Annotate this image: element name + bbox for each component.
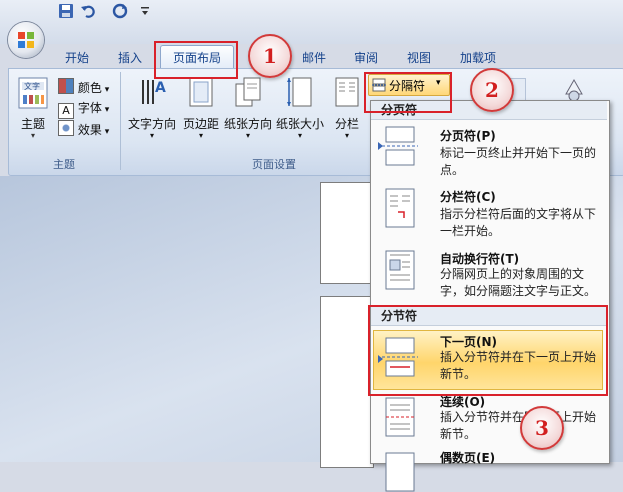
theme-colors-arrow-icon: ▾ <box>101 85 110 95</box>
undo-icon[interactable] <box>80 3 96 19</box>
office-button[interactable] <box>8 22 44 58</box>
themes-label: 主题 <box>20 117 45 131</box>
themes-button[interactable]: 文字 主题 ▾ <box>12 76 54 140</box>
text-direction-arrow-icon: ▾ <box>149 131 154 140</box>
annotation-box-breaks-button <box>364 72 452 113</box>
tab-home[interactable]: 开始 <box>65 49 89 65</box>
even-page-break-icon <box>385 452 415 492</box>
document-page[interactable] <box>320 182 374 284</box>
themes-dropdown-arrow-icon: ▾ <box>30 131 35 140</box>
text-direction-icon: A <box>142 80 166 104</box>
theme-fonts-arrow-icon: ▾ <box>101 105 110 115</box>
theme-fonts-label: 字体 <box>77 101 102 115</box>
themes-icon: 文字 <box>18 77 48 109</box>
callout-1: 1 <box>248 34 292 78</box>
margins-icon <box>189 77 213 107</box>
redo-icon[interactable] <box>112 3 128 19</box>
column-break-title: 分栏符(C) <box>440 190 496 204</box>
tab-review[interactable]: 审阅 <box>354 49 378 65</box>
callout-2: 2 <box>470 68 514 112</box>
text-direction-label: 文字方向 <box>127 117 176 131</box>
theme-colors-icon <box>58 78 74 94</box>
theme-colors-button[interactable]: 颜色 ▾ <box>58 78 109 96</box>
office-logo-icon <box>18 32 34 48</box>
group-separator <box>120 72 121 170</box>
column-break-desc: 指示分栏符后面的文字将从下一栏开始。 <box>440 207 597 238</box>
text-wrapping-break-icon <box>385 250 415 290</box>
themes-group-label: 主题 <box>53 158 75 171</box>
theme-effects-icon <box>58 120 74 136</box>
theme-effects-label: 效果 <box>77 123 102 137</box>
text-wrapping-break-title: 自动换行符(T) <box>440 252 520 266</box>
svg-text:A: A <box>155 80 166 96</box>
columns-arrow-icon: ▾ <box>344 131 349 140</box>
orientation-icon <box>235 77 261 107</box>
size-label: 纸张大小 <box>275 117 324 131</box>
tab-view[interactable]: 视图 <box>407 49 431 65</box>
page-break-icon <box>382 126 418 166</box>
size-icon <box>287 77 312 107</box>
theme-effects-arrow-icon: ▾ <box>101 127 110 137</box>
page-break-desc: 标记一页终止并开始下一页的点。 <box>440 146 597 177</box>
annotation-box-page-layout-tab <box>154 41 238 79</box>
columns-label: 分栏 <box>334 117 359 131</box>
customize-qat-icon[interactable] <box>140 6 150 16</box>
orientation-button[interactable]: 纸张方向 ▾ <box>222 76 274 140</box>
margins-arrow-icon: ▾ <box>198 131 203 140</box>
text-direction-button[interactable]: A 文字方向 ▾ <box>126 76 178 140</box>
tab-addins[interactable]: 加载项 <box>460 49 496 65</box>
annotation-box-next-page-item <box>368 305 608 396</box>
theme-effects-button[interactable]: 效果 ▾ <box>58 120 109 138</box>
columns-icon <box>335 77 359 107</box>
continuous-break-icon <box>385 397 415 437</box>
theme-fonts-button[interactable]: A 字体 ▾ <box>58 99 110 119</box>
document-page[interactable] <box>320 296 374 468</box>
save-icon[interactable] <box>58 3 74 19</box>
callout-3: 3 <box>520 406 564 450</box>
margins-label: 页边距 <box>182 117 219 131</box>
even-page-title: 偶数页(E) <box>440 451 496 465</box>
size-button[interactable]: 纸张大小 ▾ <box>274 76 326 140</box>
tab-mailings[interactable]: 邮件 <box>302 49 326 65</box>
tab-insert[interactable]: 插入 <box>118 49 142 65</box>
margins-button[interactable]: 页边距 ▾ <box>180 76 222 140</box>
orientation-label: 纸张方向 <box>223 117 272 131</box>
column-break-icon <box>385 188 415 228</box>
orientation-arrow-icon: ▾ <box>245 131 250 140</box>
columns-button[interactable]: 分栏 ▾ <box>328 76 366 140</box>
size-arrow-icon: ▾ <box>297 131 302 140</box>
svg-text:文字: 文字 <box>24 81 40 91</box>
theme-fonts-icon: A <box>58 103 74 119</box>
theme-colors-label: 颜色 <box>77 81 102 95</box>
page-break-title: 分页符(P) <box>440 129 496 143</box>
text-wrapping-break-desc: 分隔网页上的对象周围的文字，如分隔题注文字与正文。 <box>440 267 597 298</box>
